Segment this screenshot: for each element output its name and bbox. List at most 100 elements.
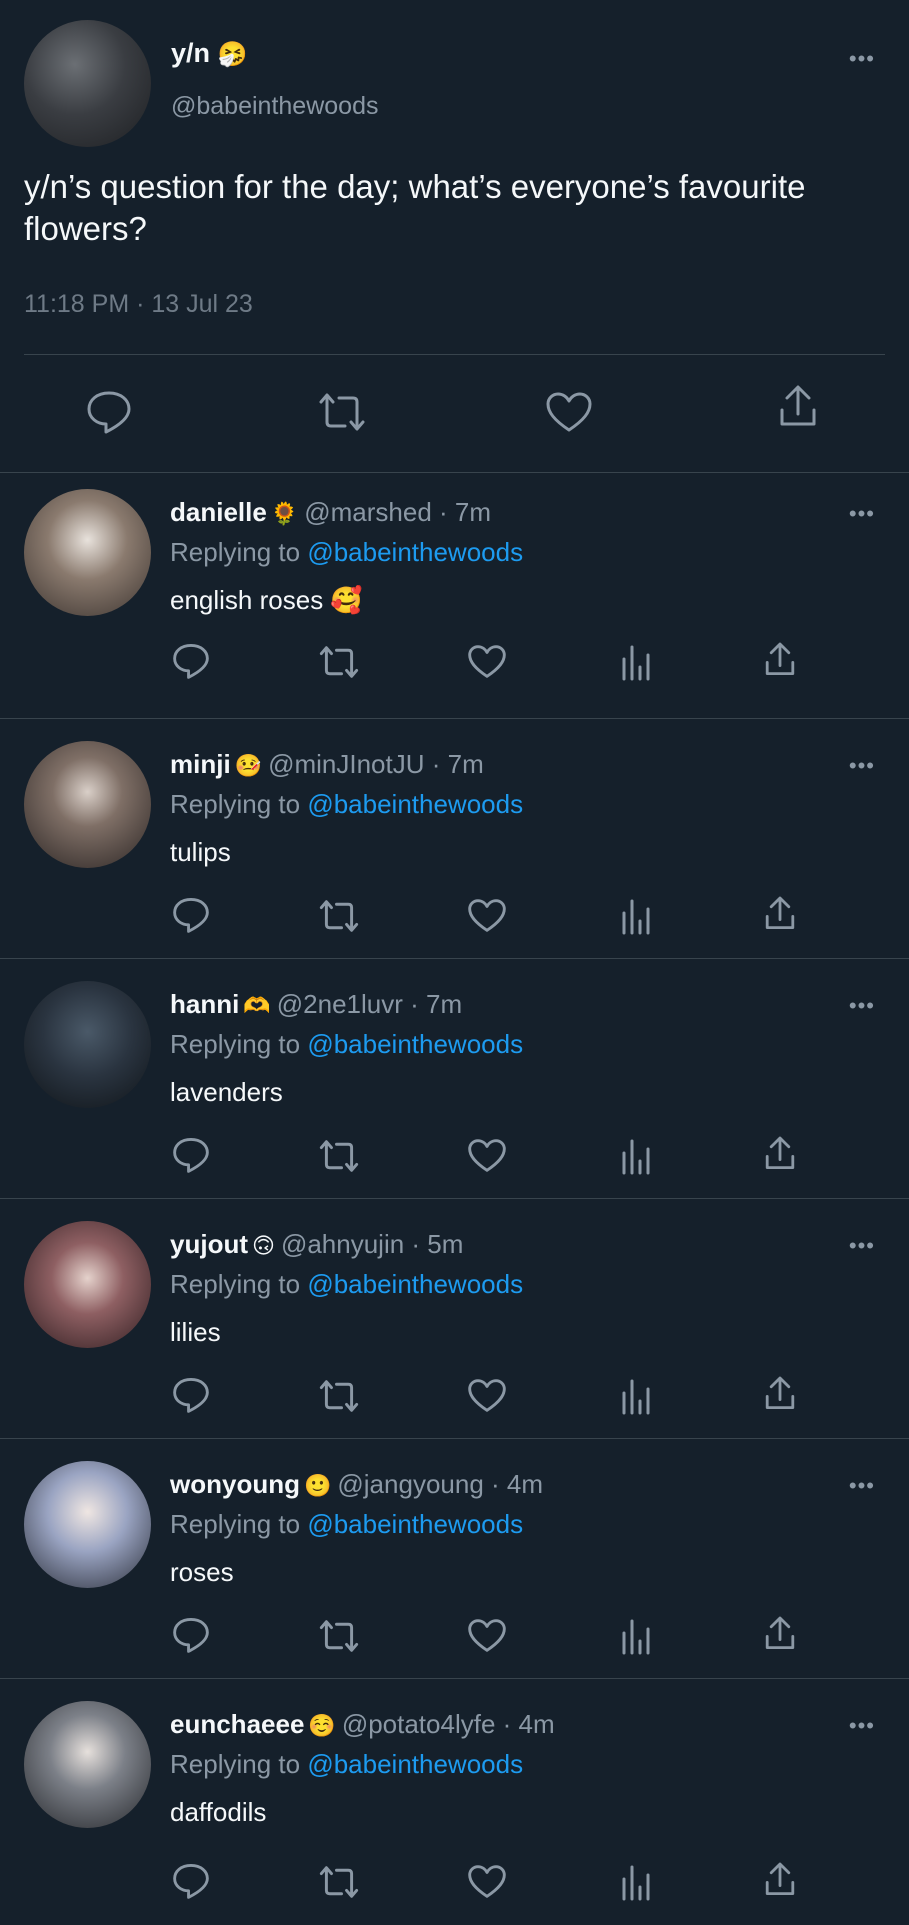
reply-time: · 7m xyxy=(410,989,463,1019)
more-options-icon[interactable]: ••• xyxy=(849,1233,875,1259)
share-icon[interactable] xyxy=(764,1615,796,1658)
reply-author-name[interactable]: danielle xyxy=(170,497,267,527)
replying-label: Replying to xyxy=(170,1509,301,1539)
reply-icon[interactable] xyxy=(172,1863,210,1904)
reply-text: roses xyxy=(170,1557,234,1587)
mention-link[interactable]: @babeinthewoods xyxy=(307,1029,523,1059)
share-icon[interactable] xyxy=(764,641,796,684)
avatar[interactable] xyxy=(24,1461,151,1588)
mention-link[interactable]: @babeinthewoods xyxy=(307,1269,523,1299)
avatar[interactable] xyxy=(24,981,151,1108)
reply-header: hanni 🫶 @2ne1luvr · 7m xyxy=(170,989,462,1020)
reply-author-name[interactable]: minji xyxy=(170,749,231,779)
avatar[interactable] xyxy=(24,1221,151,1348)
reply-header: eunchaeee ☺️ @potato4lyfe · 4m xyxy=(170,1709,555,1740)
mention-link[interactable]: @babeinthewoods xyxy=(307,1509,523,1539)
like-icon[interactable] xyxy=(468,645,506,683)
reply-tweet[interactable]: yujout 🙃 @ahnyujin · 5m ••• Replying to @b… xyxy=(0,1205,909,1445)
like-icon[interactable] xyxy=(468,899,506,937)
tweet-timestamp[interactable]: 11:18 PM · 13 Jul 23 xyxy=(24,290,253,319)
reply-author-name[interactable]: eunchaeee xyxy=(170,1709,304,1739)
share-icon[interactable] xyxy=(764,1861,796,1904)
avatar[interactable] xyxy=(24,1701,151,1828)
share-icon[interactable] xyxy=(764,1375,796,1418)
reply-header: yujout 🙃 @ahnyujin · 5m xyxy=(170,1229,463,1260)
more-options-icon[interactable]: ••• xyxy=(849,993,875,1019)
more-options-icon[interactable]: ••• xyxy=(849,1713,875,1739)
retweet-icon[interactable] xyxy=(318,899,360,938)
views-icon[interactable] xyxy=(620,1379,652,1418)
reply-action-bar xyxy=(0,1375,909,1418)
reply-time: · 7m xyxy=(439,497,492,527)
retweet-icon[interactable] xyxy=(318,1379,360,1418)
reply-text: lilies xyxy=(170,1317,221,1347)
reply-time: · 5m xyxy=(411,1229,464,1259)
reply-icon[interactable] xyxy=(172,1617,210,1658)
views-icon[interactable] xyxy=(620,1139,652,1178)
mention-link[interactable]: @babeinthewoods xyxy=(307,789,523,819)
reply-header: danielle 🌻 @marshed · 7m xyxy=(170,497,491,528)
main-action-bar xyxy=(0,385,909,440)
replying-label: Replying to xyxy=(170,1269,301,1299)
like-icon[interactable] xyxy=(546,392,592,437)
retweet-icon[interactable] xyxy=(317,392,367,437)
reply-tweet[interactable]: eunchaeee ☺️ @potato4lyfe · 4m ••• Replyin… xyxy=(0,1685,909,1925)
reply-tweet[interactable]: hanni 🫶 @2ne1luvr · 7m ••• Replying to @ba… xyxy=(0,965,909,1205)
views-icon[interactable] xyxy=(620,1865,652,1904)
main-avatar[interactable] xyxy=(24,20,151,147)
main-author-name[interactable]: y/n 🤧 xyxy=(171,38,247,69)
reply-handle[interactable]: @marshed xyxy=(304,497,432,527)
like-icon[interactable] xyxy=(468,1619,506,1657)
reply-header: minji 🤒 @minJInotJU · 7m xyxy=(170,749,484,780)
retweet-icon[interactable] xyxy=(318,1139,360,1178)
mention-link[interactable]: @babeinthewoods xyxy=(307,537,523,567)
reply-icon[interactable] xyxy=(172,1137,210,1178)
reply-tweet[interactable]: minji 🤒 @minJInotJU · 7m ••• Replying to @… xyxy=(0,725,909,965)
like-icon[interactable] xyxy=(468,1139,506,1177)
reply-action-bar xyxy=(0,1861,909,1904)
tweet-text: y/n’s question for the day; what’s every… xyxy=(24,168,806,247)
share-icon[interactable] xyxy=(764,895,796,938)
reply-icon[interactable] xyxy=(172,643,210,684)
reply-tweet[interactable]: wonyoung 🙂 @jangyoung · 4m ••• Replying to… xyxy=(0,1445,909,1685)
author-name[interactable]: y/n xyxy=(171,38,210,68)
views-icon[interactable] xyxy=(620,645,652,684)
reply-author-name[interactable]: yujout xyxy=(170,1229,248,1259)
reply-author-name[interactable]: hanni xyxy=(170,989,239,1019)
reply-text: lavenders xyxy=(170,1077,283,1107)
share-icon[interactable] xyxy=(764,1135,796,1178)
reply-handle[interactable]: @2ne1luvr xyxy=(277,989,403,1019)
reply-time: · 4m xyxy=(502,1709,555,1739)
separator xyxy=(0,1198,909,1199)
reply-handle[interactable]: @potato4lyfe xyxy=(342,1709,496,1739)
reply-tweet[interactable]: danielle 🌻 @marshed · 7m ••• Replying to @… xyxy=(0,473,909,713)
more-options-icon[interactable]: ••• xyxy=(849,753,875,779)
like-icon[interactable] xyxy=(468,1379,506,1417)
separator xyxy=(0,718,909,719)
main-handle[interactable]: @babeinthewoods xyxy=(171,92,378,121)
retweet-icon[interactable] xyxy=(318,645,360,684)
separator xyxy=(0,1438,909,1439)
replying-to: Replying to @babeinthewoods xyxy=(170,1749,523,1780)
reply-icon[interactable] xyxy=(172,897,210,938)
avatar[interactable] xyxy=(24,741,151,868)
reply-icon[interactable] xyxy=(172,1377,210,1418)
reply-handle[interactable]: @jangyoung xyxy=(337,1469,483,1499)
reply-icon[interactable] xyxy=(86,390,132,439)
more-options-icon[interactable]: ••• xyxy=(849,501,875,527)
reply-author-name[interactable]: wonyoung xyxy=(170,1469,300,1499)
retweet-icon[interactable] xyxy=(318,1619,360,1658)
mention-link[interactable]: @babeinthewoods xyxy=(307,1749,523,1779)
avatar[interactable] xyxy=(24,489,151,616)
retweet-icon[interactable] xyxy=(318,1865,360,1904)
separator xyxy=(0,958,909,959)
main-tweet: y/n 🤧 @babeinthewoods ••• y/n’s question… xyxy=(0,0,909,472)
views-icon[interactable] xyxy=(620,899,652,938)
reply-handle[interactable]: @minJInotJU xyxy=(268,749,424,779)
more-options-icon[interactable]: ••• xyxy=(849,46,875,72)
reply-handle[interactable]: @ahnyujin xyxy=(281,1229,404,1259)
more-options-icon[interactable]: ••• xyxy=(849,1473,875,1499)
share-icon[interactable] xyxy=(778,384,818,435)
views-icon[interactable] xyxy=(620,1619,652,1658)
like-icon[interactable] xyxy=(468,1865,506,1903)
